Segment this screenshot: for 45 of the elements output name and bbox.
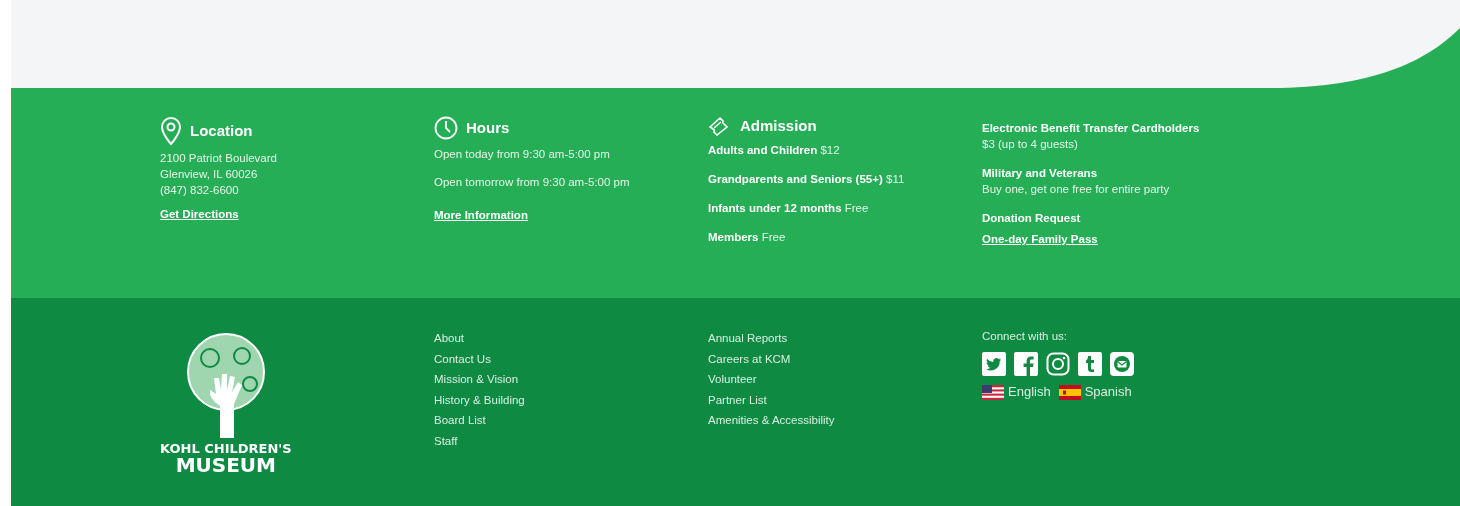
address-line: 2100 Patriot Boulevard xyxy=(160,151,278,166)
program-text: $3 (up to 4 guests) xyxy=(982,137,1079,152)
footer-link[interactable]: Annual Reports xyxy=(708,328,788,349)
footer-link[interactable]: Amenities & Accessibility xyxy=(708,410,835,431)
section-heading: Hours xyxy=(466,118,510,138)
hours-text: Open tomorrow from 9:30 am-5:00 pm xyxy=(434,175,631,190)
clock-icon xyxy=(434,116,458,140)
tumblr-icon[interactable] xyxy=(1078,352,1102,376)
logo-text: KOHL CHILDREN'S xyxy=(160,442,292,455)
price-text: Adults and Children $12 xyxy=(708,143,841,158)
footer-link[interactable]: Mission & Vision xyxy=(434,369,519,390)
email-icon[interactable] xyxy=(1110,352,1134,376)
hours-text: Open today from 9:30 am-5:00 pm xyxy=(434,147,611,162)
location-pin-icon xyxy=(160,116,182,146)
footer-link[interactable]: About xyxy=(434,328,465,349)
us-flag-icon xyxy=(982,384,1004,400)
connect-label: Connect with us: xyxy=(982,329,1068,344)
price-text: Members Free xyxy=(708,230,787,245)
program-title: Military and Veterans xyxy=(982,166,1099,181)
spain-flag-icon xyxy=(1058,384,1081,400)
footer-link[interactable]: Board List xyxy=(434,410,486,431)
address-line: Glenview, IL 60026 xyxy=(160,167,259,182)
twitter-icon[interactable] xyxy=(982,352,1006,376)
footer-link[interactable]: Staff xyxy=(434,430,458,451)
address-line: (847) 832-6600 xyxy=(160,183,240,198)
logo-text: MUSEUM xyxy=(175,455,276,475)
footer-link[interactable]: Contact Us xyxy=(434,348,491,369)
footer-link[interactable]: History & Building xyxy=(434,389,525,410)
family-pass-link[interactable]: One-day Family Pass xyxy=(982,233,1098,245)
language-link[interactable]: English xyxy=(1008,384,1051,400)
language-link[interactable]: Spanish xyxy=(1084,384,1132,400)
price-text: Infants under 12 months Free xyxy=(708,201,870,216)
section-heading: Location xyxy=(190,121,253,141)
instagram-icon[interactable] xyxy=(1046,352,1070,376)
more-information-link[interactable]: More Information xyxy=(434,207,528,225)
section-heading: Admission xyxy=(740,116,817,136)
footer-link[interactable]: Volunteer xyxy=(708,369,757,390)
directions-link[interactable]: Get Directions xyxy=(160,206,239,224)
program-title: Electronic Benefit Transfer Cardholders xyxy=(982,121,1201,136)
price-text: Grandparents and Seniors (55+) $11 xyxy=(708,172,906,187)
program-title: Donation Request xyxy=(982,211,1082,226)
footer-link[interactable]: Partner List xyxy=(708,389,767,410)
facebook-icon[interactable] xyxy=(1014,352,1038,376)
footer-link[interactable]: Careers at KCM xyxy=(708,348,791,369)
program-text: Buy one, get one free for entire party xyxy=(982,182,1171,197)
